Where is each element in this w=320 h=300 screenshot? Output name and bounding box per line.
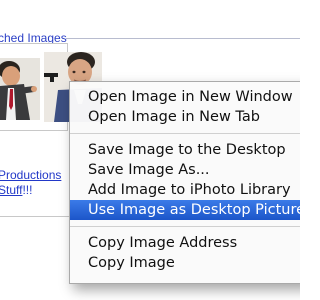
browser-page: ched Images Productions Stuff!!! Open Im… bbox=[0, 0, 300, 300]
link-suffix: !!! bbox=[22, 183, 33, 197]
footer-link-line-1: Productions bbox=[0, 168, 61, 182]
image-thumbnail[interactable] bbox=[0, 58, 40, 120]
menu-item-add-image-to-iphoto-library[interactable]: Add Image to iPhoto Library bbox=[70, 180, 300, 200]
menu-item-save-image-as[interactable]: Save Image As... bbox=[70, 160, 300, 180]
menu-item-copy-image[interactable]: Copy Image bbox=[70, 253, 300, 273]
menu-item-open-image-in-new-window[interactable]: Open Image in New Window bbox=[70, 87, 300, 107]
menu-item-open-image-in-new-tab[interactable]: Open Image in New Tab bbox=[70, 107, 300, 127]
image-thumbnail-art bbox=[0, 58, 40, 120]
menu-separator bbox=[70, 226, 300, 227]
menu-item-save-image-to-the-desktop[interactable]: Save Image to the Desktop bbox=[70, 140, 300, 160]
menu-item-use-image-as-desktop-picture[interactable]: Use Image as Desktop Picture bbox=[70, 200, 300, 220]
image-context-menu: Open Image in New Window Open Image in Ne… bbox=[69, 81, 300, 284]
menu-separator bbox=[70, 133, 300, 134]
productions-link[interactable]: Productions bbox=[0, 168, 61, 182]
footer-link-line-2: Stuff!!! bbox=[0, 183, 32, 197]
fieldset-top-border bbox=[66, 38, 300, 39]
menu-item-copy-image-address[interactable]: Copy Image Address bbox=[70, 233, 300, 253]
panel-bottom-border bbox=[0, 216, 69, 217]
stuff-link[interactable]: Stuff bbox=[0, 183, 22, 197]
